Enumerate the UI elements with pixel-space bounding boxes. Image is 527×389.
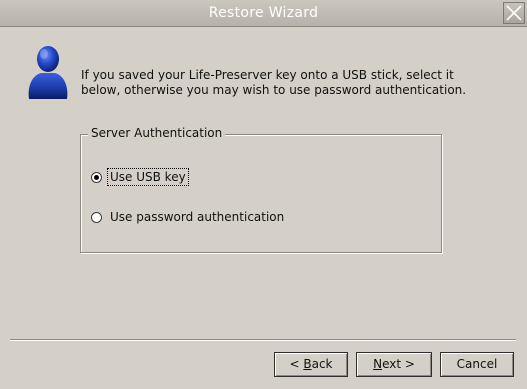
group-legend: Server Authentication — [88, 126, 226, 140]
back-button-prefix: < — [289, 357, 304, 371]
password-auth-label[interactable]: Use password authentication — [108, 209, 286, 225]
intro-line-2: below, otherwise you may wish to use pas… — [81, 83, 467, 97]
user-icon — [23, 43, 71, 101]
cancel-button[interactable]: Cancel — [440, 352, 514, 377]
close-icon — [506, 5, 522, 21]
next-button-rest: ext > — [382, 357, 415, 371]
intro-text: If you saved your Life-Preserver key ont… — [81, 68, 511, 98]
usb-key-radio[interactable] — [91, 171, 102, 183]
next-button-mnemonic: N — [373, 357, 383, 371]
intro-line-1: If you saved your Life-Preserver key ont… — [81, 68, 454, 82]
title-bar[interactable]: Restore Wizard — [0, 0, 527, 27]
usb-key-option[interactable]: Use USB key — [91, 168, 189, 186]
button-separator — [10, 339, 516, 341]
window-title: Restore Wizard — [208, 5, 319, 21]
restore-wizard-window: Restore Wizard If you saved your Life-Pr… — [0, 0, 527, 389]
password-auth-radio[interactable] — [91, 211, 102, 223]
password-auth-option[interactable]: Use password authentication — [91, 208, 286, 226]
server-authentication-group — [80, 134, 442, 253]
usb-key-label[interactable]: Use USB key — [107, 168, 189, 186]
back-button-mnemonic: B — [303, 357, 312, 371]
back-button[interactable]: < Back — [274, 352, 348, 377]
next-button[interactable]: Next > — [356, 352, 432, 377]
close-button[interactable] — [503, 2, 525, 24]
back-button-rest: ack — [311, 357, 333, 371]
